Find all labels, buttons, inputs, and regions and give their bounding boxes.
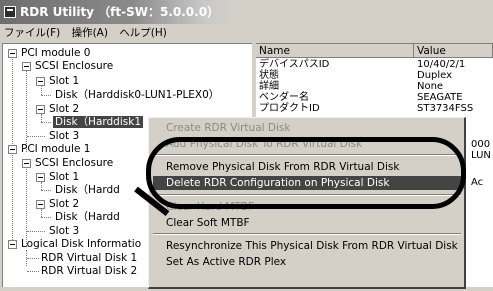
collapse-icon[interactable] bbox=[8, 145, 17, 154]
menu-file[interactable]: ファイル(F) bbox=[0, 24, 64, 43]
menu-item-set-active-rdr-plex[interactable]: Set As Active RDR Plex bbox=[166, 255, 286, 269]
property-name: プロダクトID bbox=[259, 103, 320, 114]
selected-tree-node[interactable]: Disk（Harddisk1 bbox=[53, 116, 143, 128]
rdr-utility-window: RDR Utility （ft-SW：5.0.0.0） ファイル(F) 操作(A… bbox=[0, 0, 493, 291]
collapse-icon[interactable] bbox=[36, 173, 45, 182]
menu-bar: ファイル(F) 操作(A) ヘルプ(H) bbox=[0, 24, 493, 43]
column-header-value[interactable]: Value bbox=[414, 44, 493, 58]
property-value-partial: 000 bbox=[471, 139, 491, 150]
column-header-name[interactable]: Name bbox=[256, 44, 414, 58]
property-value: Duplex bbox=[417, 70, 453, 81]
tree-node-pci-module-1[interactable]: PCI module 1 bbox=[21, 143, 90, 156]
tree-connector bbox=[41, 86, 42, 95]
tree-node-slot-0-3[interactable]: Slot 3 bbox=[49, 130, 79, 143]
tree-connector bbox=[27, 231, 45, 232]
tree-connector bbox=[26, 70, 27, 152]
collapse-icon[interactable] bbox=[36, 200, 45, 209]
tree-connector bbox=[27, 258, 39, 259]
collapse-icon[interactable] bbox=[22, 62, 31, 71]
menu-separator bbox=[153, 233, 461, 235]
property-name: 詳細 bbox=[259, 81, 279, 92]
menu-item-delete-rdr-configuration[interactable]: Delete RDR Configuration on Physical Dis… bbox=[153, 176, 461, 190]
tree-connector bbox=[41, 114, 42, 122]
tree-connector bbox=[27, 136, 45, 137]
tree-node-logical-disk-info[interactable]: Logical Disk Informatio bbox=[21, 238, 141, 251]
property-value-partial: Ac bbox=[471, 177, 484, 188]
collapse-icon[interactable] bbox=[22, 159, 31, 168]
collapse-icon[interactable] bbox=[8, 240, 17, 249]
window-title: RDR Utility （ft-SW：5.0.0.0） bbox=[20, 5, 220, 19]
menu-help[interactable]: ヘルプ(H) bbox=[115, 24, 171, 43]
collapse-icon[interactable] bbox=[36, 105, 45, 114]
menu-item-resynchronize[interactable]: Resynchronize This Physical Disk From RD… bbox=[166, 239, 458, 253]
tree-connector bbox=[41, 122, 51, 123]
tree-connector bbox=[26, 164, 27, 246]
property-name: 状態 bbox=[259, 70, 279, 81]
property-value: ST3734FSS bbox=[417, 103, 474, 114]
tree-node-slot-0-2[interactable]: Slot 2 bbox=[49, 103, 79, 116]
menu-item-clear-soft-mtbf[interactable]: Clear Soft MTBF bbox=[166, 216, 250, 230]
menu-action[interactable]: 操作(A) bbox=[68, 24, 112, 43]
app-icon bbox=[4, 6, 16, 18]
tree-connector bbox=[27, 271, 39, 272]
tree-connector bbox=[41, 217, 51, 218]
tree-connector bbox=[41, 209, 42, 217]
tree-node-slot-0-1[interactable]: Slot 1 bbox=[49, 75, 79, 88]
tree-node-rdr-virtual-disk-1[interactable]: RDR Virtual Disk 1 bbox=[41, 252, 137, 265]
property-value-partial: LUN bbox=[471, 150, 491, 161]
tree-node-rdr-virtual-disk-2[interactable]: RDR Virtual Disk 2 bbox=[41, 265, 137, 278]
tree-node-disk-1-1[interactable]: Disk（Hardd bbox=[55, 184, 120, 197]
property-value: 10/40/2/1 bbox=[417, 59, 466, 70]
property-name: デバイスパスID bbox=[259, 59, 330, 70]
tree-connector bbox=[41, 95, 51, 96]
collapse-icon[interactable] bbox=[8, 49, 17, 58]
context-menu: Create RDR Virtual Disk Add Physical Dis… bbox=[148, 117, 466, 289]
property-name: ベンダー名 bbox=[259, 92, 309, 103]
tree-node-disk-1-2[interactable]: Disk（Hardd bbox=[55, 211, 120, 224]
menu-separator bbox=[153, 154, 461, 156]
menu-item-add-physical-disk[interactable]: Add Physical Disk To RDR Virtual Disk bbox=[166, 137, 362, 151]
collapse-icon[interactable] bbox=[36, 77, 45, 86]
menu-item-remove-physical-disk[interactable]: Remove Physical Disk From RDR Virtual Di… bbox=[166, 160, 399, 174]
tree-connector bbox=[41, 182, 42, 190]
tree-node-pci-module-0[interactable]: PCI module 0 bbox=[21, 47, 90, 60]
menu-item-create-rdr-virtual-disk[interactable]: Create RDR Virtual Disk bbox=[166, 121, 290, 135]
menu-separator bbox=[153, 194, 461, 196]
property-value: SEAGATE bbox=[417, 92, 463, 103]
property-value: None bbox=[417, 81, 444, 92]
tree-node-scsi-enclosure-1[interactable]: SCSI Enclosure bbox=[35, 157, 113, 170]
menu-item-clear-hard-mtbf[interactable]: Clear Hard MTBF bbox=[166, 200, 254, 214]
tree-node-slot-1-1[interactable]: Slot 1 bbox=[49, 171, 79, 184]
tree-node-slot-1-3[interactable]: Slot 3 bbox=[49, 225, 79, 238]
tree-node-disk-0-2[interactable]: Disk（Harddisk1 bbox=[53, 116, 143, 129]
title-bar: RDR Utility （ft-SW：5.0.0.0） bbox=[0, 0, 240, 24]
tree-node-slot-1-2[interactable]: Slot 2 bbox=[49, 198, 79, 211]
tree-node-scsi-enclosure-0[interactable]: SCSI Enclosure bbox=[35, 60, 113, 73]
tree-node-disk-0-1[interactable]: Disk（Harddisk0-LUN1-PLEX0） bbox=[55, 89, 219, 102]
tree-connector bbox=[41, 190, 51, 191]
